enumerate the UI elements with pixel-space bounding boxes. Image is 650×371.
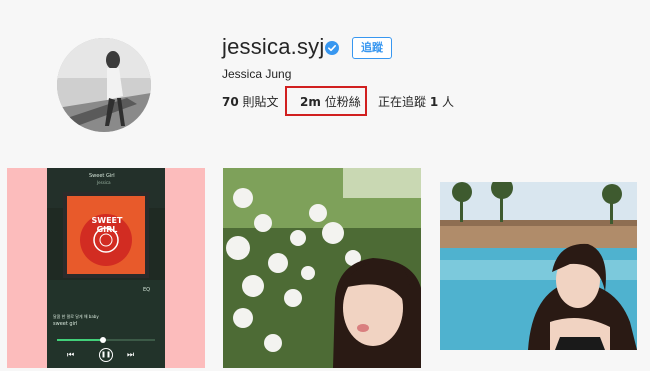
pause-icon[interactable]: ❚❚ bbox=[99, 348, 113, 362]
eq-label[interactable]: EQ bbox=[143, 287, 150, 293]
stat-posts: 70 則貼文 bbox=[222, 93, 279, 110]
post-tile-flowers[interactable] bbox=[223, 168, 421, 368]
profile-username: jessica.syj bbox=[222, 34, 325, 59]
posts-label: 則貼文 bbox=[242, 95, 279, 109]
stat-following[interactable]: 正在追蹤 1 人 bbox=[378, 93, 454, 110]
posts-count: 70 bbox=[222, 95, 239, 109]
song-title: Sweet Girl bbox=[89, 173, 115, 179]
prev-track-icon[interactable]: ⏮ bbox=[67, 350, 74, 360]
following-suffix: 人 bbox=[442, 95, 455, 109]
album-art-text: SWEET GIRL bbox=[91, 216, 123, 234]
follow-button[interactable]: 追蹤 bbox=[352, 37, 392, 59]
followers-highlight-box bbox=[285, 86, 367, 116]
profile-avatar[interactable] bbox=[57, 38, 151, 132]
next-track-icon[interactable]: ⏭ bbox=[127, 350, 134, 360]
post-tile-pool[interactable] bbox=[440, 182, 637, 350]
post-tile-music[interactable]: Sweet Girl Jessica SWEET GIRL EQ 달콤 한 말로… bbox=[7, 168, 205, 368]
song-artist: Jessica bbox=[97, 180, 111, 185]
following-prefix: 正在追蹤 bbox=[378, 95, 427, 109]
verified-badge-icon bbox=[325, 41, 339, 55]
profile-full-name: Jessica Jung bbox=[222, 67, 292, 81]
following-count: 1 bbox=[429, 95, 439, 109]
lyric-line: 달콤 한 말로 달게 해 baby bbox=[53, 314, 99, 319]
lyric-line-2: sweet girl bbox=[53, 321, 78, 327]
